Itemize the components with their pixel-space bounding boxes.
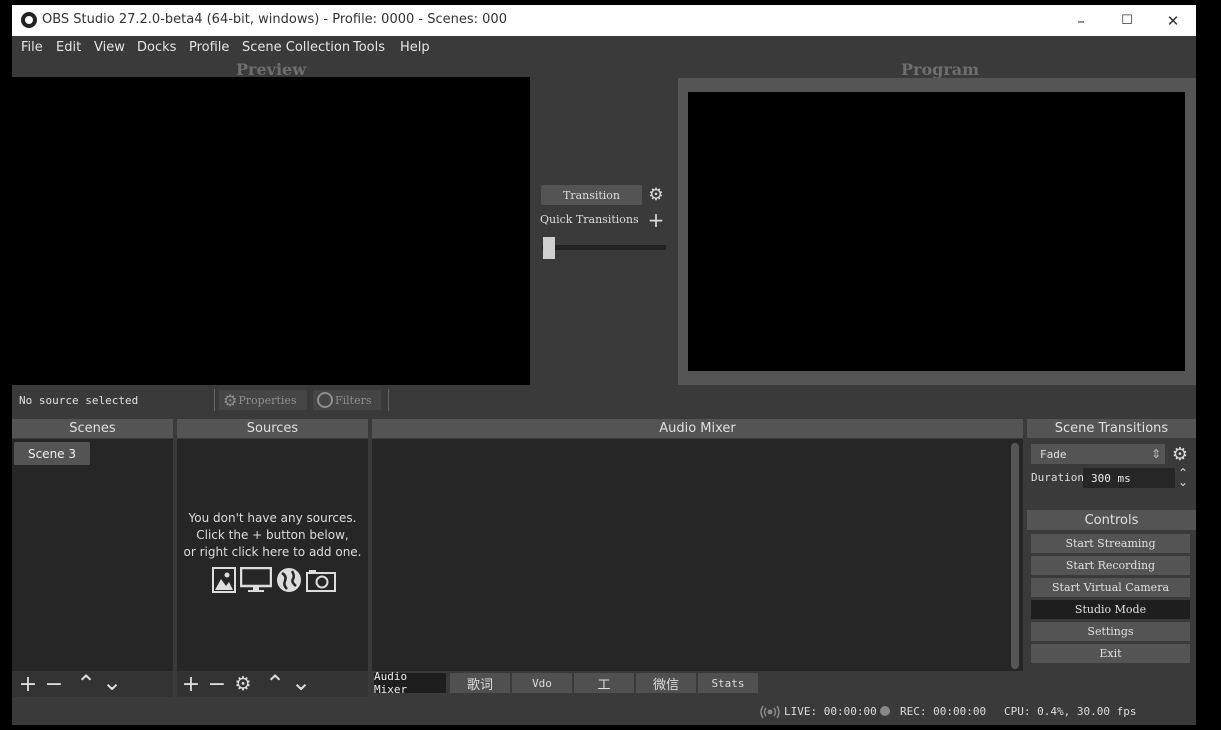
duration-input[interactable]: 300 ms	[1083, 468, 1175, 488]
filters-icon	[317, 392, 333, 408]
tab-stats[interactable]: Stats	[698, 673, 758, 693]
display-icon	[240, 567, 272, 592]
program-canvas	[688, 92, 1185, 371]
properties-gear-icon: ⚙	[223, 390, 238, 410]
move-source-down-icon[interactable]: ⌄	[290, 668, 312, 696]
duration-down-icon[interactable]: ⌄	[1176, 475, 1190, 489]
t-bar-handle[interactable]	[543, 237, 555, 259]
rec-indicator-icon	[880, 706, 890, 716]
settings-button[interactable]: Settings	[1031, 622, 1190, 641]
tab-audio-mixer[interactable]: Audio Mixer	[374, 670, 446, 696]
duration-label: Duration	[1031, 471, 1084, 484]
filters-label: Filters	[335, 393, 372, 407]
controls-dock-header: Controls	[1027, 510, 1196, 530]
maximize-button[interactable]: ☐	[1104, 5, 1150, 36]
transition-button[interactable]: Transition	[541, 185, 642, 205]
camera-icon	[306, 570, 336, 592]
title-bar: OBS Studio 27.2.0-beta4 (64-bit, windows…	[12, 5, 1196, 36]
remove-scene-minus-icon[interactable]: −	[43, 672, 65, 697]
tab-lyrics[interactable]: 歌词	[450, 673, 510, 693]
cpu-status: CPU: 0.4%, 30.00 fps	[1004, 705, 1137, 718]
studio-mode-button[interactable]: Studio Mode	[1031, 600, 1190, 619]
sources-empty-line: Click the + button below,	[196, 528, 349, 542]
globe-icon	[277, 568, 301, 592]
add-source-plus-icon[interactable]: +	[180, 672, 202, 697]
properties-label: Properties	[238, 393, 297, 407]
live-status: LIVE: 00:00:00	[784, 705, 877, 718]
menu-profile[interactable]: Profile	[189, 40, 229, 55]
source-properties-gear-icon[interactable]: ⚙	[232, 673, 254, 695]
program-label: Program	[901, 60, 980, 79]
tab-wechat[interactable]: 微信	[636, 673, 696, 693]
sources-empty-line: or right click here to add one.	[183, 545, 362, 559]
filters-button[interactable]: Filters	[313, 390, 381, 410]
add-quick-transition-plus-icon[interactable]: +	[646, 208, 666, 232]
move-source-up-icon[interactable]: ⌃	[264, 670, 286, 698]
sources-empty-line: You don't have any sources.	[188, 511, 357, 525]
start-virtual-camera-button[interactable]: Start Virtual Camera	[1031, 578, 1190, 597]
sources-empty-message: You don't have any sources. Click the + …	[177, 510, 368, 561]
toolbar-divider	[388, 389, 389, 411]
t-bar-track[interactable]	[542, 245, 666, 250]
menu-docks[interactable]: Docks	[137, 40, 176, 55]
menu-tools[interactable]: Tools	[353, 40, 385, 55]
properties-button[interactable]: ⚙ Properties	[219, 390, 307, 410]
audio-mixer-dock-header: Audio Mixer	[372, 419, 1023, 438]
move-scene-down-icon[interactable]: ⌄	[101, 668, 123, 696]
select-updown-icon: ⇕	[1150, 447, 1161, 461]
live-broadcast-icon	[760, 704, 780, 723]
audio-mixer-panel	[372, 439, 1023, 671]
transition-dock-gear-icon[interactable]: ⚙	[1169, 443, 1191, 465]
add-scene-plus-icon[interactable]: +	[17, 672, 39, 697]
window-title: OBS Studio 27.2.0-beta4 (64-bit, windows…	[42, 12, 507, 27]
program-frame	[678, 78, 1196, 385]
scenes-dock-header: Scenes	[12, 419, 173, 438]
close-button[interactable]: ✕	[1150, 5, 1196, 36]
image-icon	[212, 567, 236, 593]
audio-mixer-scrollbar[interactable]	[1011, 443, 1019, 669]
no-source-label: No source selected	[19, 394, 139, 407]
start-recording-button[interactable]: Start Recording	[1031, 556, 1190, 575]
tab-tool[interactable]: 工	[574, 673, 634, 693]
sources-list[interactable]: You don't have any sources. Click the + …	[177, 439, 368, 671]
menu-view[interactable]: View	[94, 40, 125, 55]
source-type-icons	[212, 567, 336, 593]
transition-select[interactable]: Fade ⇕	[1031, 444, 1165, 464]
toolbar-divider	[214, 389, 215, 411]
scene-transitions-dock-header: Scene Transitions	[1027, 419, 1196, 438]
menu-scene-collection[interactable]: Scene Collection	[242, 40, 350, 55]
tab-vdo[interactable]: Vdo	[512, 673, 572, 693]
menu-bar: File Edit View Docks Profile Scene Colle…	[12, 36, 1196, 60]
menu-file[interactable]: File	[21, 40, 43, 55]
minimize-button[interactable]: –	[1058, 5, 1104, 36]
scene-item[interactable]: Scene 3	[14, 442, 90, 465]
quick-transitions-label: Quick Transitions	[540, 213, 639, 226]
move-scene-up-icon[interactable]: ⌃	[75, 670, 97, 698]
sources-dock-header: Sources	[177, 419, 368, 438]
obs-window: OBS Studio 27.2.0-beta4 (64-bit, windows…	[12, 5, 1196, 725]
start-streaming-button[interactable]: Start Streaming	[1031, 534, 1190, 553]
rec-status: REC: 00:00:00	[900, 705, 987, 718]
menu-edit[interactable]: Edit	[56, 40, 81, 55]
obs-logo-icon	[21, 12, 37, 28]
menu-help[interactable]: Help	[400, 40, 430, 55]
transition-settings-gear-icon[interactable]: ⚙	[646, 184, 666, 206]
sources-toolbar: + − ⚙ ⌃ ⌄	[177, 668, 368, 698]
scenes-list[interactable]: Scene 3	[12, 439, 173, 671]
preview-canvas[interactable]	[12, 77, 530, 385]
exit-button[interactable]: Exit	[1031, 644, 1190, 663]
remove-source-minus-icon[interactable]: −	[206, 672, 228, 697]
scenes-toolbar: + − ⌃ ⌄	[12, 668, 173, 698]
transition-select-value: Fade	[1040, 447, 1067, 461]
